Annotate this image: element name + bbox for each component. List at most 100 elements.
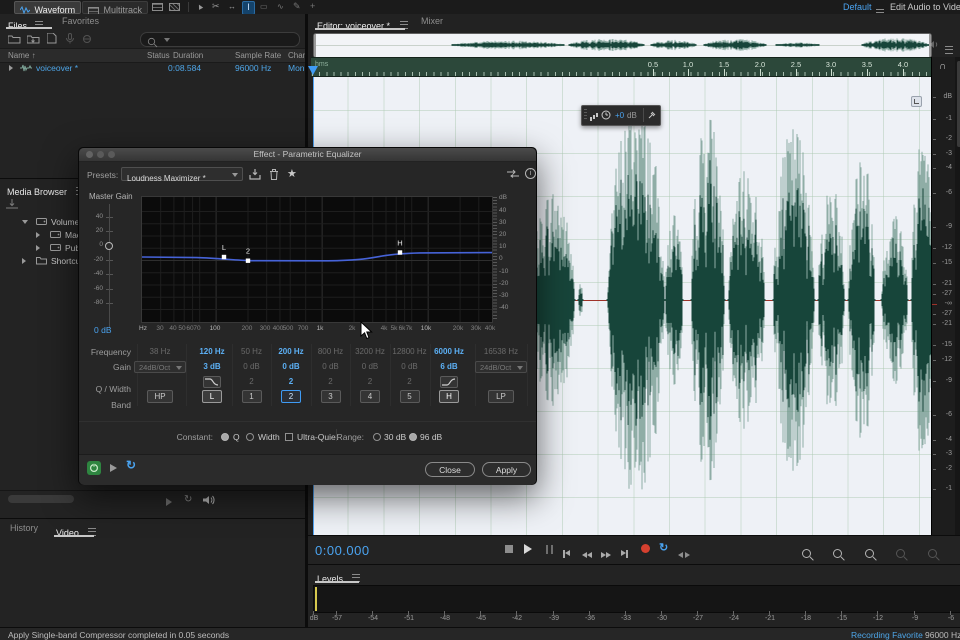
band-frequency-value[interactable]: 38 Hz xyxy=(134,347,186,356)
time-anchor-tool-icon[interactable]: ↔ xyxy=(228,2,236,11)
edit-audio-to-video-label[interactable]: Edit Audio to Video xyxy=(890,2,960,12)
hud-panel[interactable]: +0 dB xyxy=(581,105,661,126)
range-96db-radio[interactable] xyxy=(409,433,417,441)
paintbrush-tool-icon[interactable]: ✎ xyxy=(293,1,301,12)
ultra-quiet-label[interactable]: Ultra-Quiet xyxy=(297,432,338,442)
record-mic-icon[interactable] xyxy=(66,33,74,44)
overview-strip[interactable] xyxy=(313,33,932,58)
band-button-l[interactable]: L xyxy=(202,390,222,403)
time-selection-tool-icon[interactable]: I xyxy=(242,1,255,15)
open-folder-icon[interactable] xyxy=(8,34,21,44)
media-browser-hscroll-thumb[interactable] xyxy=(8,495,74,503)
import-file-icon[interactable] xyxy=(27,34,40,44)
spectral-frequency-icon[interactable] xyxy=(152,3,163,11)
record-button[interactable] xyxy=(641,544,650,553)
recording-favorite-link[interactable]: Recording Favorite xyxy=(851,630,923,640)
zoom-reset-icon[interactable] xyxy=(928,549,937,558)
slope-select[interactable]: 24dB/Oct xyxy=(475,361,527,373)
col-duration[interactable]: Duration xyxy=(173,51,203,60)
tab-files[interactable]: Files xyxy=(8,16,43,34)
constant-width-radio[interactable] xyxy=(246,433,254,441)
tab-media-browser[interactable]: Media Browser xyxy=(7,182,84,200)
tab-history[interactable]: History xyxy=(10,523,38,533)
col-status[interactable]: Status xyxy=(147,51,170,60)
constant-width-label[interactable]: Width xyxy=(258,432,280,442)
waveform-view-button[interactable]: Waveform xyxy=(14,1,81,14)
tab-favorites[interactable]: Favorites xyxy=(62,16,99,26)
zoom-in-time-icon[interactable] xyxy=(802,549,811,558)
tab-video[interactable]: Video xyxy=(56,523,96,541)
overview-handle-left[interactable] xyxy=(314,34,316,57)
tree-chevron-icon[interactable] xyxy=(36,232,40,238)
zoom-out-time-icon[interactable] xyxy=(833,549,842,558)
hud-pin-icon[interactable] xyxy=(648,110,657,119)
band-frequency-value[interactable]: 16538 Hz xyxy=(475,347,527,356)
razor-tool-icon[interactable]: ✂ xyxy=(212,1,220,12)
col-name[interactable]: Name ↑ xyxy=(8,51,36,60)
band-button-5[interactable]: 5 xyxy=(400,390,420,403)
zoom-selection-icon[interactable] xyxy=(896,549,905,558)
rewind-button[interactable] xyxy=(582,545,592,563)
timeline-ruler[interactable]: hms 0.51.01.52.02.53.03.54.04.55.05.56.0… xyxy=(311,57,934,77)
band-gain-value[interactable]: 6 dB xyxy=(423,362,475,371)
band-button-hp[interactable]: HP xyxy=(147,390,173,403)
corner-widget-icon[interactable] xyxy=(911,96,922,107)
tree-chevron-icon[interactable] xyxy=(22,220,28,224)
file-row-voiceover[interactable]: voiceover * 0:08.584 96000 Hz Mon xyxy=(0,61,305,74)
move-tool-icon[interactable]: ▲ xyxy=(194,1,205,13)
tree-chevron-icon[interactable] xyxy=(36,245,40,251)
band-button-3[interactable]: 3 xyxy=(321,390,341,403)
band-button-2[interactable]: 2 xyxy=(281,390,301,403)
tab-editor[interactable]: Editor: voiceover * xyxy=(317,16,408,34)
spot-healing-tool-icon[interactable]: + xyxy=(310,1,315,11)
fast-forward-button[interactable] xyxy=(601,545,611,563)
preview-play-button[interactable] xyxy=(110,464,117,472)
tab-mixer[interactable]: Mixer xyxy=(421,16,443,26)
band-button-4[interactable]: 4 xyxy=(360,390,380,403)
parametric-eq-dialog[interactable]: Effect - Parametric Equalizer Presets: L… xyxy=(78,147,537,485)
ultra-quiet-checkbox[interactable] xyxy=(285,433,293,441)
close-button[interactable]: Close xyxy=(425,462,475,477)
apply-button[interactable]: Apply xyxy=(482,462,531,477)
skip-to-start-button[interactable] xyxy=(563,545,570,563)
import-into-project-icon[interactable] xyxy=(6,199,19,209)
playhead-skip-button[interactable] xyxy=(678,545,690,563)
multitrack-view-button[interactable]: Multitrack xyxy=(82,1,148,14)
band-button-1[interactable]: 1 xyxy=(242,390,262,403)
constant-q-label[interactable]: Q xyxy=(233,432,240,442)
stop-button[interactable] xyxy=(505,545,513,553)
lasso-tool-icon[interactable]: ∿ xyxy=(277,2,284,11)
skip-to-end-button[interactable] xyxy=(621,545,628,563)
solo-monitor-icon[interactable]: ∩ xyxy=(939,61,946,72)
band-button-h[interactable]: H xyxy=(439,390,459,403)
media-preview-speaker-icon[interactable] xyxy=(203,495,215,505)
constant-q-radio[interactable] xyxy=(221,433,229,441)
editor-vscrollbar[interactable] xyxy=(955,57,960,535)
media-preview-play-icon[interactable] xyxy=(166,498,172,506)
new-file-icon[interactable] xyxy=(47,33,57,44)
slope-select[interactable]: 24dB/Oct xyxy=(134,361,186,373)
play-button[interactable] xyxy=(524,544,532,554)
playhead-marker[interactable] xyxy=(308,66,318,75)
range-30db-label[interactable]: 30 dB xyxy=(384,432,406,442)
loop-playback-button[interactable]: ↻ xyxy=(659,541,668,554)
marquee-tool-icon[interactable]: ▭ xyxy=(260,2,268,11)
workspace-label[interactable]: Default xyxy=(843,2,872,12)
monitor-speaker-icon[interactable] xyxy=(929,40,940,49)
band-q-value[interactable]: 2 xyxy=(384,377,436,386)
band-button-lp[interactable]: LP xyxy=(488,390,514,403)
preview-loop-button[interactable]: ↻ xyxy=(126,458,136,472)
files-search-input[interactable] xyxy=(140,32,300,47)
overview-menu-icon[interactable] xyxy=(945,46,953,54)
low-shelf-icon[interactable] xyxy=(203,376,221,388)
amplitude-scale[interactable]: ∩ dB-1-2-3-4-6-9-12-15-21-27-∞-27-21-15-… xyxy=(931,57,955,535)
levels-meter[interactable] xyxy=(313,585,960,613)
range-96db-label[interactable]: 96 dB xyxy=(420,432,442,442)
spectral-pitch-icon[interactable] xyxy=(169,3,180,11)
hud-grip[interactable] xyxy=(584,109,587,121)
link-media-icon[interactable] xyxy=(82,34,92,44)
band-frequency-value[interactable]: 6000 Hz xyxy=(423,347,475,356)
media-preview-loop-icon[interactable]: ↻ xyxy=(184,494,192,505)
high-shelf-icon[interactable] xyxy=(440,376,458,388)
hud-gain-value[interactable]: +0 xyxy=(615,111,624,120)
